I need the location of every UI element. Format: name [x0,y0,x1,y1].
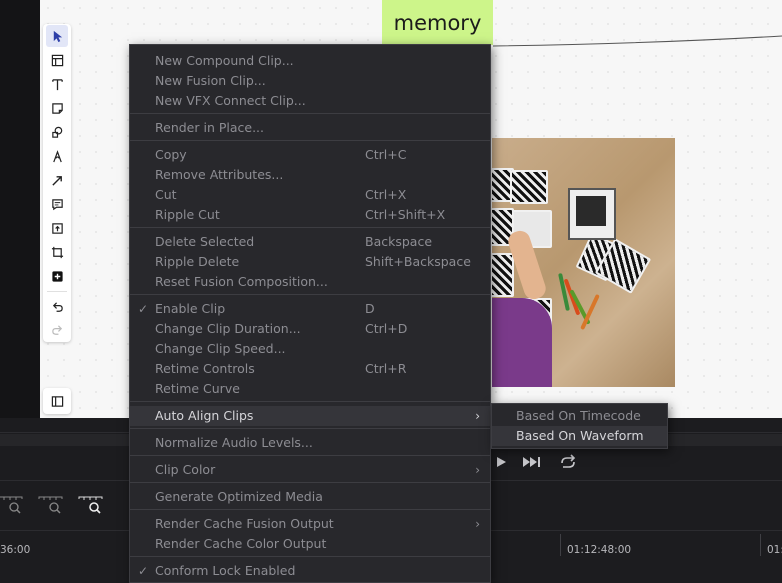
submenu-item-based-on-waveform[interactable]: Based On Waveform [492,426,667,446]
comment-tool[interactable] [46,193,68,215]
submenu-item-based-on-timecode[interactable]: Based On Timecode [492,406,667,426]
plus-square-icon [51,270,63,282]
upload-icon [51,222,63,234]
cursor-icon [53,30,62,42]
menu-item-remove-attributes[interactable]: Remove Attributes... [130,165,490,185]
zoom-detail-icon[interactable] [38,496,64,514]
shortcut-label: Ctrl+X [365,187,407,202]
sticky-note[interactable]: memory [382,0,493,45]
sticky-note-text: memory [393,10,482,35]
photo-image[interactable] [492,138,675,387]
shape-tool[interactable] [46,121,68,143]
text-icon [51,78,63,90]
menu-separator [130,509,490,510]
menu-item-render-cache-fusion-output[interactable]: Render Cache Fusion Output › [130,514,490,534]
undo-tool[interactable] [46,296,68,318]
menu-separator [130,428,490,429]
transport-controls [494,452,578,472]
select-tool[interactable] [46,25,68,47]
chevron-right-icon: › [475,409,480,423]
chevron-right-icon: › [475,517,480,531]
ruler-label-right: 01: [767,544,782,556]
crop-tool[interactable] [46,241,68,263]
menu-item-generate-optimized-media[interactable]: Generate Optimized Media [130,487,490,507]
menu-separator [130,294,490,295]
menu-item-new-vfx-connect-clip[interactable]: New VFX Connect Clip... [130,91,490,111]
undo-icon [52,301,63,312]
menu-item-ripple-cut[interactable]: Ripple Cut Ctrl+Shift+X [130,205,490,225]
pen-icon [52,149,62,162]
shortcut-label: Backspace [365,234,433,249]
next-clip-icon[interactable] [522,455,542,469]
upload-tool[interactable] [46,217,68,239]
menu-separator [130,140,490,141]
menu-item-clip-color[interactable]: Clip Color › [130,460,490,480]
crop-icon [51,246,63,258]
loop-icon[interactable] [558,454,578,470]
pen-tool[interactable] [46,145,68,167]
arrow-tool[interactable] [46,169,68,191]
comment-icon [51,198,63,210]
layout-icon [51,54,63,66]
panel-toggle-button[interactable] [43,388,71,414]
chevron-right-icon: › [475,463,480,477]
checkmark-icon: ✓ [138,564,149,578]
shortcut-label: D [365,301,375,316]
zoom-full-icon[interactable] [0,496,24,514]
menu-item-change-clip-duration[interactable]: Change Clip Duration... Ctrl+D [130,319,490,339]
redo-tool[interactable] [46,319,68,341]
shortcut-label: Ctrl+Shift+X [365,207,446,222]
left-panel-strip [0,0,40,418]
menu-item-render-in-place[interactable]: Render in Place... [130,118,490,138]
menu-separator [130,401,490,402]
play-icon[interactable] [494,455,508,469]
menu-item-new-fusion-clip[interactable]: New Fusion Clip... [130,71,490,91]
menu-item-enable-clip[interactable]: ✓ Enable Clip D [130,299,490,319]
menu-item-retime-controls[interactable]: Retime Controls Ctrl+R [130,359,490,379]
shapes-icon [51,126,62,138]
shortcut-label: Shift+Backspace [365,254,471,269]
menu-separator [130,455,490,456]
menu-item-delete-selected[interactable]: Delete Selected Backspace [130,232,490,252]
zoom-custom-icon[interactable] [78,496,104,514]
menu-separator [130,482,490,483]
auto-align-submenu: Based On Timecode Based On Waveform [491,403,668,449]
menu-item-retime-curve[interactable]: Retime Curve [130,379,490,399]
sidebar-panel-icon [51,395,63,407]
ruler-tick [760,534,761,556]
canvas-toolbar [43,24,71,342]
menu-separator [130,556,490,557]
checkmark-icon: ✓ [138,302,149,316]
ruler-tick [560,534,561,556]
menu-separator [130,227,490,228]
menu-item-conform-lock-enabled[interactable]: ✓ Conform Lock Enabled [130,561,490,581]
menu-item-new-compound-clip[interactable]: New Compound Clip... [130,51,490,71]
shortcut-label: Ctrl+D [365,321,408,336]
menu-separator [130,113,490,114]
ruler-label-left: 36:00 [0,544,31,556]
add-tool[interactable] [46,265,68,287]
redo-icon [51,324,62,335]
menu-item-render-cache-color-output[interactable]: Render Cache Color Output [130,534,490,554]
shortcut-label: Ctrl+R [365,361,407,376]
sticky-note-icon [51,102,63,114]
menu-item-auto-align-clips[interactable]: Auto Align Clips › [130,406,490,426]
text-tool[interactable] [46,73,68,95]
toolbar-divider [47,291,67,292]
menu-item-cut[interactable]: Cut Ctrl+X [130,185,490,205]
menu-item-copy[interactable]: Copy Ctrl+C [130,145,490,165]
connector-line[interactable] [493,0,782,60]
frame-tool[interactable] [46,49,68,71]
ruler-label-mid: 01:12:48:00 [567,544,632,556]
menu-item-change-clip-speed[interactable]: Change Clip Speed... [130,339,490,359]
menu-item-reset-fusion-composition[interactable]: Reset Fusion Composition... [130,272,490,292]
menu-item-normalize-audio-levels[interactable]: Normalize Audio Levels... [130,433,490,453]
menu-item-ripple-delete[interactable]: Ripple Delete Shift+Backspace [130,252,490,272]
shortcut-label: Ctrl+C [365,147,407,162]
arrow-icon [51,175,62,186]
sticky-note-tool[interactable] [46,97,68,119]
clip-context-menu: New Compound Clip... New Fusion Clip... … [129,44,491,583]
